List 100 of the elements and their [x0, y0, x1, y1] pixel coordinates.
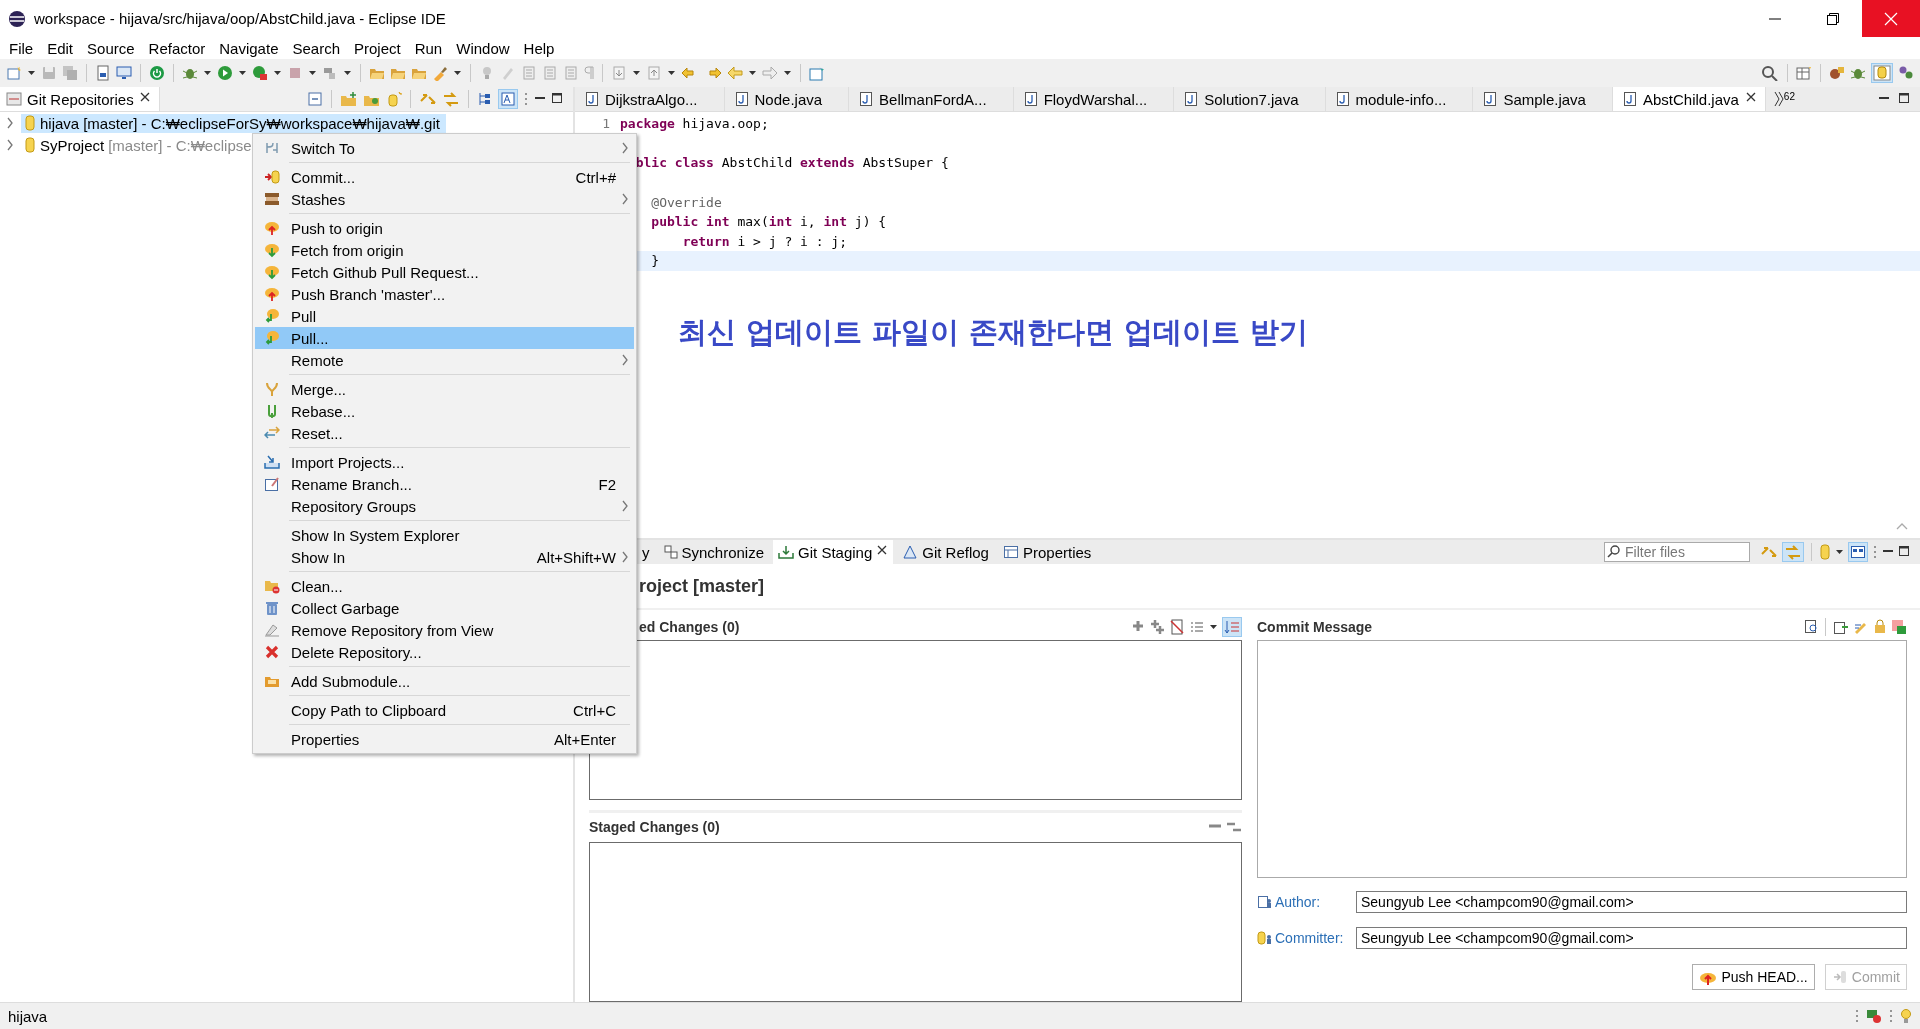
view-tab[interactable]: Git Staging [773, 540, 894, 564]
link-arrows-icon[interactable] [1784, 544, 1802, 560]
layout-icon[interactable] [1850, 544, 1866, 560]
editor-tab[interactable]: AbstChild.java [1612, 87, 1766, 111]
editor-tab[interactable]: DijkstraAlgo... [575, 87, 725, 111]
ignore-file-icon[interactable] [1169, 619, 1185, 635]
menu-item[interactable]: Merge... [255, 378, 634, 400]
tree-icon[interactable] [477, 91, 493, 107]
commit-message-field[interactable] [1257, 640, 1907, 878]
monitor-icon[interactable] [116, 65, 132, 81]
menu-item[interactable]: Show In System Explorer [255, 524, 634, 546]
input-field[interactable]: Seungyub Lee <champcom90@gmail.com> [1356, 927, 1907, 949]
menu-item[interactable]: Import Projects... [255, 451, 634, 473]
chevron-right-icon[interactable] [5, 115, 15, 131]
back-arrow-icon[interactable] [727, 65, 743, 81]
tree-item[interactable]: hijava [master] - C:₩eclipseForSy₩workspace₩hijava₩.git [21, 113, 446, 133]
run-icon[interactable] [217, 65, 233, 81]
menu-item[interactable]: Reset... [255, 422, 634, 444]
add-all-icon[interactable] [1149, 619, 1165, 635]
tree-item[interactable]: SyProject [master] - C:₩eclipse [21, 135, 258, 155]
error-icon[interactable] [1866, 1008, 1882, 1024]
menu-item[interactable]: Stashes [255, 188, 634, 210]
menu-item[interactable]: Properties Alt+Enter [255, 728, 634, 750]
scroll-up-icon[interactable] [1896, 522, 1908, 530]
search-icon[interactable] [1761, 65, 1779, 81]
menu-item[interactable]: Rename Branch... F2 [255, 473, 634, 495]
git-perspective-icon[interactable] [1873, 65, 1891, 81]
perspective-icon[interactable] [1829, 65, 1845, 81]
editor-tab[interactable]: Sample.java [1473, 87, 1613, 111]
menu-item[interactable]: Search [285, 39, 347, 57]
team-icon[interactable] [1898, 65, 1914, 81]
view-tab[interactable]: Git Repositories [0, 87, 160, 111]
menu-item[interactable]: Edit [40, 39, 81, 57]
sort-icon[interactable] [1224, 619, 1240, 635]
menu-item[interactable]: Project [347, 39, 408, 57]
menu-item[interactable]: Repository Groups [255, 495, 634, 517]
filter-field[interactable]: Filter files [1604, 542, 1750, 562]
editor-tab[interactable]: Solution7.java [1174, 87, 1326, 111]
menu-item[interactable]: Window [449, 39, 517, 57]
power-icon[interactable] [149, 65, 165, 81]
more-tabs-button[interactable]: 62 [1765, 91, 1803, 107]
menu-item[interactable]: Delete Repository... [255, 641, 634, 663]
menu-item[interactable]: File [2, 39, 41, 57]
stop-icon[interactable] [287, 65, 303, 81]
view-tab[interactable]: Git Reflog [897, 540, 994, 564]
menu-item[interactable]: Fetch Github Pull Request... [255, 261, 634, 283]
new-file-icon[interactable] [6, 65, 22, 81]
collapse-all-icon[interactable] [307, 91, 323, 107]
menu-item[interactable]: Copy Path to Clipboard Ctrl+C [255, 699, 634, 721]
menu-item[interactable]: Push to origin [255, 217, 634, 239]
menu-item[interactable]: Refactor [141, 39, 213, 57]
field-label[interactable]: Author: [1275, 894, 1354, 910]
brush-icon[interactable] [432, 65, 448, 81]
code-line: package hijava.oop; [620, 116, 769, 132]
menu-item[interactable]: Pull... [255, 327, 634, 349]
menu-item[interactable]: Rebase... [255, 400, 634, 422]
open-perspective-icon[interactable] [1796, 65, 1812, 81]
label-icon[interactable] [500, 91, 516, 107]
push-button[interactable]: Push HEAD... [1692, 964, 1815, 990]
menu-item[interactable]: Push Branch 'master'... [255, 283, 634, 305]
add-folder-icon[interactable] [340, 91, 358, 107]
editor-tab[interactable]: BellmanFordA... [849, 87, 1014, 111]
editor-tab[interactable]: module-info... [1325, 87, 1474, 111]
field-label[interactable]: Committer: [1275, 930, 1354, 946]
eclipse-logo-icon [8, 9, 26, 28]
menu-item[interactable]: Run [407, 39, 450, 57]
menu-item[interactable]: Add Submodule... [255, 670, 634, 692]
menu-item[interactable]: Switch To [255, 137, 634, 159]
menu-item[interactable]: Pull [255, 305, 634, 327]
lightbulb-icon[interactable] [1900, 1008, 1912, 1024]
menu-item[interactable]: Navigate [212, 39, 286, 57]
menu-item[interactable]: Commit... Ctrl+# [255, 166, 634, 188]
view-tab[interactable]: y [637, 540, 655, 564]
run-toolbox-icon[interactable] [252, 65, 268, 81]
menu-item[interactable]: Remote [255, 349, 634, 371]
save-all-icon[interactable] [62, 65, 78, 81]
tool-icon[interactable] [322, 65, 338, 81]
editor-tab[interactable]: Node.java [724, 87, 850, 111]
new-window-icon[interactable] [809, 65, 825, 81]
sync-arrows-icon[interactable] [419, 91, 437, 107]
document-icon[interactable] [95, 65, 111, 81]
lock-icon[interactable] [1873, 619, 1887, 635]
more-icon[interactable] [523, 91, 529, 107]
upload-icon[interactable] [646, 65, 662, 81]
input-field[interactable]: Seungyub Lee <champcom90@gmail.com> [1356, 891, 1907, 913]
menu-item[interactable]: Source [80, 39, 142, 57]
editor-tab[interactable]: FloydWarshal... [1013, 87, 1175, 111]
view-tab[interactable]: Properties [997, 540, 1097, 564]
link-arrows-icon[interactable] [442, 91, 460, 107]
download-icon[interactable] [611, 65, 627, 81]
forward-arrow-icon[interactable] [762, 65, 778, 81]
view-tab[interactable]: Synchronize [658, 540, 770, 564]
sync-arrows-icon[interactable] [1760, 544, 1778, 560]
sync-icon [663, 544, 678, 560]
menu-item[interactable]: Remove Repository from View [255, 619, 634, 641]
menu-item[interactable]: Fetch from origin [255, 239, 634, 261]
menu-item[interactable]: Help [516, 39, 562, 57]
chevron-right-icon[interactable] [5, 137, 15, 153]
pilcrow-icon[interactable] [584, 65, 594, 81]
new-repository-icon[interactable] [386, 91, 402, 107]
